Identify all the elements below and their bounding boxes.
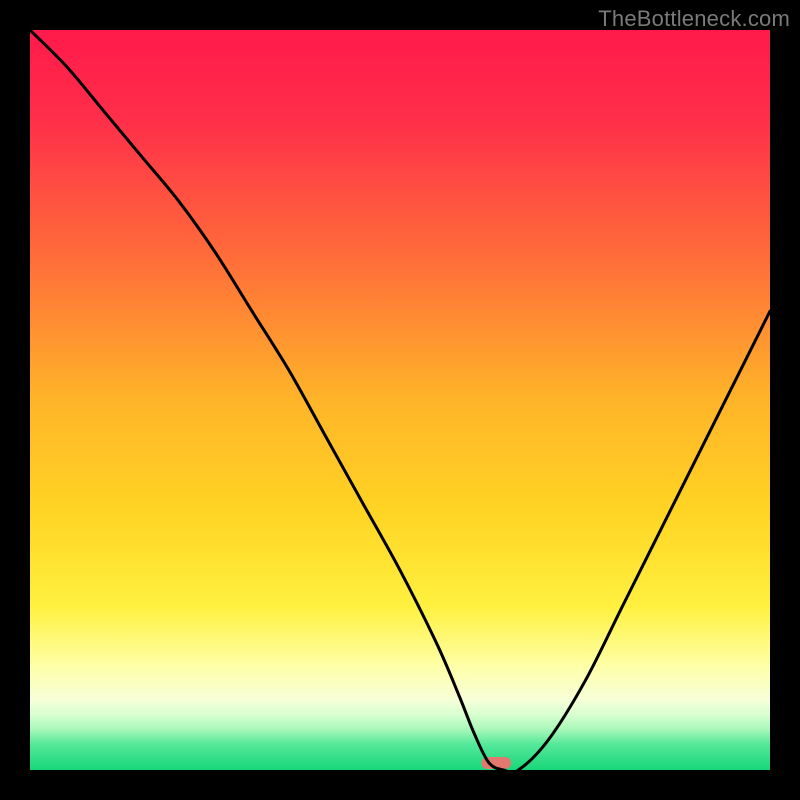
watermark-text: TheBottleneck.com [598, 6, 790, 32]
gradient-background [30, 30, 770, 770]
plot-area [30, 30, 770, 770]
chart-frame: TheBottleneck.com [0, 0, 800, 800]
bottleneck-chart [30, 30, 770, 770]
